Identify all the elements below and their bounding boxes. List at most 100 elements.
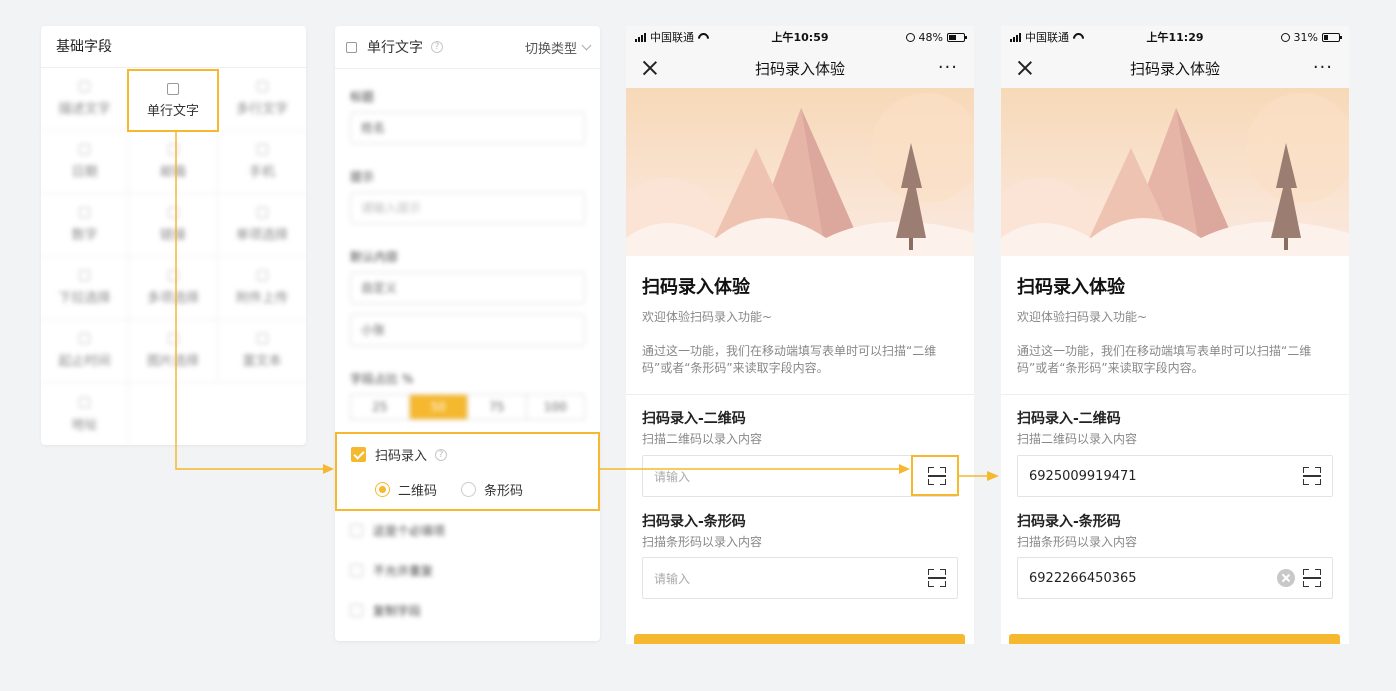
- field-item-attachment[interactable]: 附件上传: [218, 257, 306, 320]
- form-description: 通过这一功能，我们在移动端填写表单时可以扫描“二维码”或者“条形码”来读取字段内…: [642, 344, 937, 375]
- nav-title: 扫码录入体验: [754, 59, 845, 78]
- carrier-name: 中国联通: [1025, 31, 1069, 44]
- barcode-field-hint: 扫描条形码以录入内容: [1017, 535, 1138, 549]
- field-item-image[interactable]: 图片选择: [129, 320, 218, 383]
- nav-title: 扫码录入体验: [1129, 59, 1220, 78]
- scan-input-settings: 扫码录入 ? 二维码 条形码: [335, 432, 600, 511]
- more-icon[interactable]: ···: [938, 59, 958, 77]
- default-select[interactable]: 自定义: [350, 272, 585, 304]
- rotation-lock-icon: [1280, 32, 1290, 42]
- field-type-icon: [256, 144, 268, 155]
- battery-percent: 48%: [918, 30, 943, 44]
- scan-icon-highlight: [911, 455, 959, 496]
- close-icon[interactable]: [1017, 60, 1033, 76]
- scan-label: 扫码录入: [375, 449, 428, 464]
- qrcode-input[interactable]: 6925009919471: [1017, 455, 1333, 497]
- form-subtitle: 欢迎体验扫码录入功能~: [642, 310, 773, 324]
- field-item-multi-choice[interactable]: 多项选择: [129, 257, 218, 320]
- field-item-time-range[interactable]: 起止时间: [41, 320, 129, 383]
- scan-icon[interactable]: [928, 569, 946, 587]
- wifi-icon: [1073, 33, 1084, 41]
- form-subtitle: 欢迎体验扫码录入功能~: [1017, 310, 1148, 324]
- switch-type-button[interactable]: 切换类型: [524, 38, 592, 57]
- battery-icon: [1322, 32, 1342, 42]
- radio-qrcode-label[interactable]: 二维码: [398, 480, 437, 499]
- checkbox-icon: [350, 564, 363, 577]
- field-item-link[interactable]: 链接: [129, 194, 218, 257]
- field-item-rich-text[interactable]: 富文本: [218, 320, 306, 383]
- no-duplicate-option[interactable]: 不允许重复: [350, 562, 433, 579]
- radio-icon[interactable]: [461, 482, 477, 497]
- width-option-50[interactable]: 50: [409, 395, 468, 419]
- field-item-email[interactable]: 邮箱: [129, 131, 218, 194]
- field-type-icon: [79, 270, 90, 281]
- field-type-icon: [256, 81, 268, 92]
- field-type-icon: [256, 333, 268, 344]
- clear-icon[interactable]: [1277, 569, 1295, 587]
- battery-icon: [947, 32, 967, 42]
- scan-checkbox-row[interactable]: 扫码录入 ?: [351, 445, 448, 464]
- field-type-icon: [79, 144, 90, 155]
- checkbox-icon: [350, 524, 363, 537]
- field-item-description[interactable]: 描述文字: [41, 68, 129, 131]
- checkbox-icon: [350, 604, 363, 617]
- field-type-icon: [79, 333, 90, 344]
- form-description: 通过这一功能，我们在移动端填写表单时可以扫描“二维码”或者“条形码”来读取字段内…: [1017, 344, 1312, 375]
- more-icon[interactable]: ···: [1313, 59, 1333, 77]
- required-option[interactable]: 这是个必填项: [350, 522, 445, 539]
- field-item-multi-line[interactable]: 多行文字: [218, 68, 306, 131]
- barcode-input[interactable]: 6922266450365: [1017, 557, 1333, 599]
- title-input[interactable]: 姓名: [350, 112, 585, 144]
- field-type-icon: [256, 207, 268, 218]
- qrcode-field-label: 扫码录入-二维码: [1017, 411, 1121, 427]
- help-icon[interactable]: ?: [435, 448, 448, 461]
- submit-button[interactable]: [634, 634, 965, 644]
- title-label: 标题: [350, 90, 375, 104]
- field-item-number[interactable]: 数字: [41, 194, 129, 257]
- phone-preview-before: 中国联通 上午10:59 48% 扫码录入体验 ··· 扫码录入体验 欢迎体验扫…: [626, 26, 974, 644]
- barcode-input[interactable]: 请输入: [642, 557, 958, 599]
- banner-image: [1001, 88, 1349, 256]
- field-item-single-line[interactable]: 单行文字: [127, 69, 219, 132]
- field-item-date[interactable]: 日期: [41, 131, 129, 194]
- scan-icon[interactable]: [1303, 569, 1321, 587]
- hint-input[interactable]: 请输入提示: [350, 192, 585, 224]
- qrcode-input-value: 6925009919471: [1029, 468, 1137, 484]
- radio-icon[interactable]: [375, 482, 390, 497]
- field-item-phone[interactable]: 手机: [218, 131, 306, 194]
- blurred-options: 这是个必填项 不允许重复 复制字段: [335, 514, 600, 624]
- battery-percent: 31%: [1293, 30, 1318, 44]
- checkbox-icon[interactable]: [351, 447, 366, 462]
- copy-field-option[interactable]: 复制字段: [350, 602, 421, 619]
- default-value-input[interactable]: 小张: [350, 314, 585, 346]
- rotation-lock-icon: [905, 32, 915, 42]
- barcode-input-placeholder: 请输入: [654, 571, 691, 586]
- scan-type-radio-group: 二维码 条形码: [375, 480, 523, 499]
- nav-bar: 扫码录入体验 ···: [1001, 48, 1349, 88]
- wifi-icon: [698, 33, 709, 41]
- scan-icon[interactable]: [1303, 467, 1321, 485]
- field-item-dropdown[interactable]: 下拉选择: [41, 257, 129, 320]
- barcode-input-value: 6922266450365: [1029, 570, 1137, 586]
- signal-icon: [635, 32, 646, 42]
- hint-label: 提示: [350, 170, 375, 184]
- field-item-single-choice[interactable]: 单项选择: [218, 194, 306, 257]
- chevron-down-icon: [581, 40, 592, 50]
- field-item-address[interactable]: 地址: [41, 383, 129, 446]
- form-title: 扫码录入体验: [1017, 277, 1125, 298]
- width-option-75[interactable]: 75: [468, 395, 527, 419]
- width-option-25[interactable]: 25: [351, 395, 410, 419]
- switch-type-label: 切换类型: [524, 41, 577, 57]
- qrcode-field-hint: 扫描二维码以录入内容: [1017, 432, 1138, 446]
- form-title: 扫码录入体验: [642, 277, 750, 298]
- submit-button[interactable]: [1009, 634, 1340, 644]
- help-icon[interactable]: ?: [431, 41, 443, 53]
- radio-barcode-label[interactable]: 条形码: [484, 480, 523, 499]
- field-type-icon: [167, 270, 179, 281]
- properties-header: 单行文字 ? 切换类型: [335, 26, 600, 69]
- basic-fields-title: 基础字段: [41, 26, 306, 68]
- close-icon[interactable]: [642, 60, 658, 76]
- field-type-icon: [256, 270, 268, 281]
- width-option-100[interactable]: 100: [527, 395, 585, 419]
- qrcode-field-hint: 扫描二维码以录入内容: [642, 432, 763, 446]
